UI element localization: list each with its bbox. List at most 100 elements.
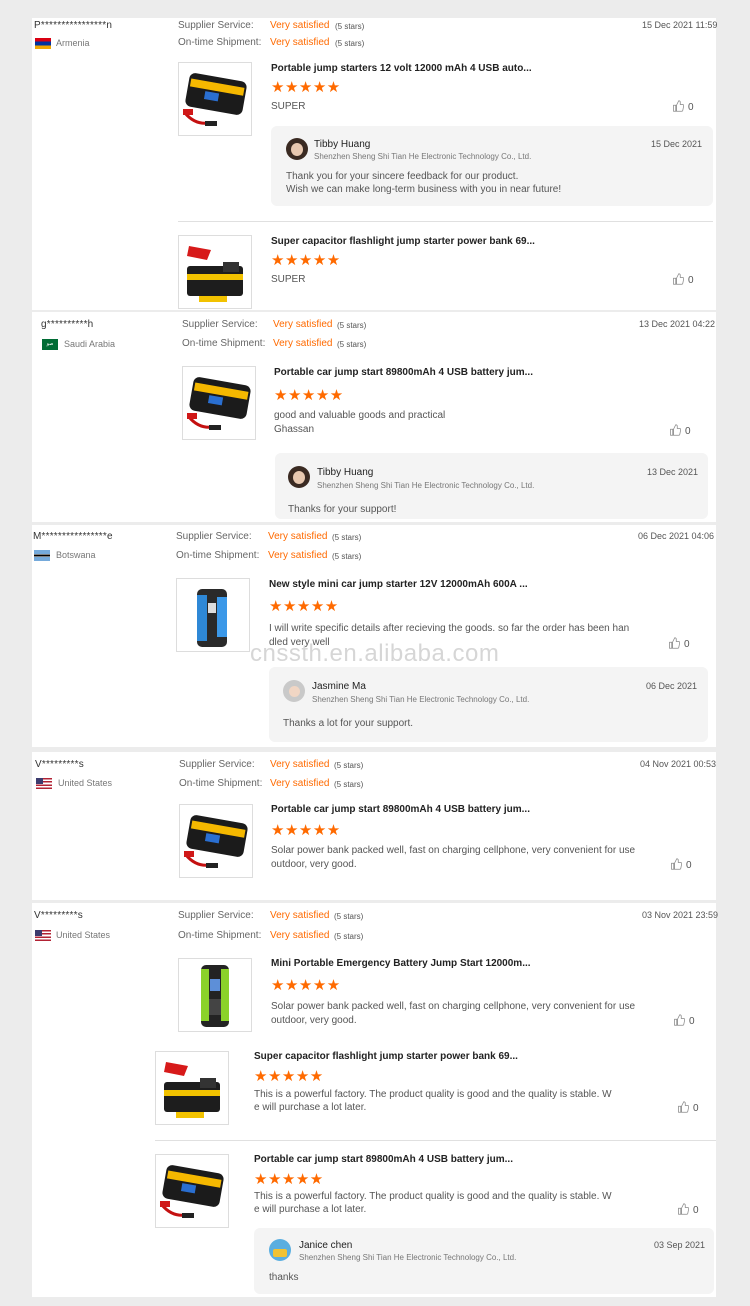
product-thumbnail[interactable] — [176, 578, 250, 652]
supplier-service-label: Supplier Service: — [179, 759, 255, 770]
reply-date: 03 Sep 2021 — [654, 1240, 706, 1250]
supplier-service-label: Supplier Service: — [182, 319, 258, 330]
like-count: 0 — [688, 275, 694, 286]
like-button[interactable]: 0 — [677, 1203, 699, 1216]
product-image — [177, 579, 249, 651]
reply-date: 06 Dec 2021 — [646, 681, 698, 691]
reply-author: Jasmine Ma — [312, 681, 366, 692]
review-text: e will purchase a lot later. — [254, 1204, 367, 1215]
product-image — [156, 1052, 228, 1124]
us-flag-icon — [35, 930, 51, 941]
review-card: V*********s United States Supplier Servi… — [32, 752, 716, 900]
product-title[interactable]: Mini Portable Emergency Battery Jump Sta… — [271, 958, 531, 969]
like-button[interactable]: 0 — [668, 637, 690, 650]
review-text: Ghassan — [274, 424, 315, 435]
reply-company: Shenzhen Sheng Shi Tian He Electronic Te… — [312, 695, 530, 704]
product-thumbnail[interactable] — [155, 1051, 229, 1125]
rating-stars: ★★★★★ — [254, 1171, 324, 1188]
review-card: P****************n Armenia Supplier Serv… — [32, 18, 718, 310]
shipment-stars: (5 stars) — [334, 780, 364, 789]
reply-date: 13 Dec 2021 — [647, 467, 699, 477]
rating-stars: ★★★★★ — [271, 822, 341, 839]
like-button[interactable]: 0 — [672, 100, 694, 113]
review-date: 04 Nov 2021 00:53 — [640, 759, 717, 769]
product-title[interactable]: New style mini car jump starter 12V 1200… — [269, 579, 528, 590]
supplier-service-stars: (5 stars) — [334, 912, 364, 921]
item-divider — [155, 1140, 716, 1141]
supplier-service-rating: Very satisfied — [268, 531, 328, 542]
reply-author: Tibby Huang — [314, 139, 371, 150]
shipment-label: On-time Shipment: — [176, 550, 260, 561]
product-title[interactable]: Portable jump starters 12 volt 12000 mAh… — [271, 63, 532, 74]
reply-author: Tibby Huang — [317, 467, 374, 478]
like-button[interactable]: 0 — [673, 1014, 695, 1027]
supplier-reply: Tibby Huang Shenzhen Sheng Shi Tian He E… — [275, 453, 708, 519]
avatar — [286, 138, 308, 160]
review-card: V*********s United States Supplier Servi… — [32, 903, 718, 1297]
shipment-label: On-time Shipment: — [182, 338, 266, 349]
like-button[interactable]: 0 — [670, 858, 692, 871]
product-thumbnail[interactable] — [178, 958, 252, 1032]
product-image — [179, 236, 251, 308]
shipment-stars: (5 stars) — [334, 932, 364, 941]
like-button[interactable]: 0 — [669, 424, 691, 437]
product-thumbnail[interactable] — [155, 1154, 229, 1228]
reply-text: thanks — [269, 1272, 299, 1283]
supplier-service-label: Supplier Service: — [176, 531, 252, 542]
like-button[interactable]: 0 — [677, 1101, 699, 1114]
like-count: 0 — [685, 426, 691, 437]
rating-stars: ★★★★★ — [254, 1068, 324, 1085]
shipment-rating: Very satisfied — [270, 930, 330, 941]
product-image — [180, 805, 252, 877]
review-card: g**********h صو Saudi Arabia Supplier Se… — [32, 312, 716, 522]
avatar — [283, 680, 305, 702]
supplier-service-stars: (5 stars) — [337, 321, 367, 330]
supplier-service-rating: Very satisfied — [270, 759, 330, 770]
reply-company: Shenzhen Sheng Shi Tian He Electronic Te… — [299, 1253, 517, 1262]
thumbs-up-icon — [677, 1101, 689, 1113]
supplier-service-label: Supplier Service: — [178, 20, 254, 31]
thumbs-up-icon — [673, 1014, 685, 1026]
shipment-stars: (5 stars) — [335, 39, 365, 48]
thumbs-up-icon — [677, 1203, 689, 1215]
item-divider — [178, 221, 713, 222]
product-image — [179, 63, 251, 135]
product-title[interactable]: Portable car jump start 89800mAh 4 USB b… — [254, 1154, 513, 1165]
thumbs-up-icon — [670, 858, 682, 870]
supplier-reply: Janice chen Shenzhen Sheng Shi Tian He E… — [254, 1228, 714, 1294]
watermark: cnssth.en.alibaba.com — [250, 640, 500, 667]
buyer-name: V*********s — [34, 910, 83, 921]
like-count: 0 — [693, 1103, 699, 1114]
product-thumbnail[interactable] — [179, 804, 253, 878]
review-text: outdoor, very good. — [271, 1015, 357, 1026]
product-thumbnail[interactable] — [182, 366, 256, 440]
supplier-service-label: Supplier Service: — [178, 910, 254, 921]
rating-stars: ★★★★★ — [271, 977, 341, 994]
buyer-country: Armenia — [56, 38, 90, 48]
supplier-service-stars: (5 stars) — [335, 22, 365, 31]
review-date: 06 Dec 2021 04:06 — [638, 531, 715, 541]
supplier-reply: Tibby Huang Shenzhen Sheng Shi Tian He E… — [271, 126, 713, 206]
buyer-name: M****************e — [33, 531, 113, 542]
avatar — [288, 466, 310, 488]
review-text: I will write specific details after reci… — [269, 623, 630, 634]
product-title[interactable]: Super capacitor flashlight jump starter … — [254, 1051, 518, 1062]
product-image — [183, 367, 255, 439]
thumbs-up-icon — [669, 424, 681, 436]
shipment-stars: (5 stars) — [337, 340, 367, 349]
like-button[interactable]: 0 — [672, 273, 694, 286]
product-title[interactable]: Super capacitor flashlight jump starter … — [271, 236, 535, 247]
review-date: 15 Dec 2021 11:59 — [642, 20, 718, 30]
review-text: This is a powerful factory. The product … — [254, 1191, 612, 1202]
rating-stars: ★★★★★ — [269, 598, 339, 615]
shipment-rating: Very satisfied — [273, 338, 333, 349]
supplier-service-rating: Very satisfied — [273, 319, 333, 330]
buyer-country: United States — [58, 778, 113, 788]
like-count: 0 — [686, 860, 692, 871]
buyer-name: g**********h — [41, 319, 94, 330]
product-title[interactable]: Portable car jump start 89800mAh 4 USB b… — [274, 367, 533, 378]
product-thumbnail[interactable] — [178, 235, 252, 309]
like-count: 0 — [688, 102, 694, 113]
product-thumbnail[interactable] — [178, 62, 252, 136]
product-title[interactable]: Portable car jump start 89800mAh 4 USB b… — [271, 804, 530, 815]
